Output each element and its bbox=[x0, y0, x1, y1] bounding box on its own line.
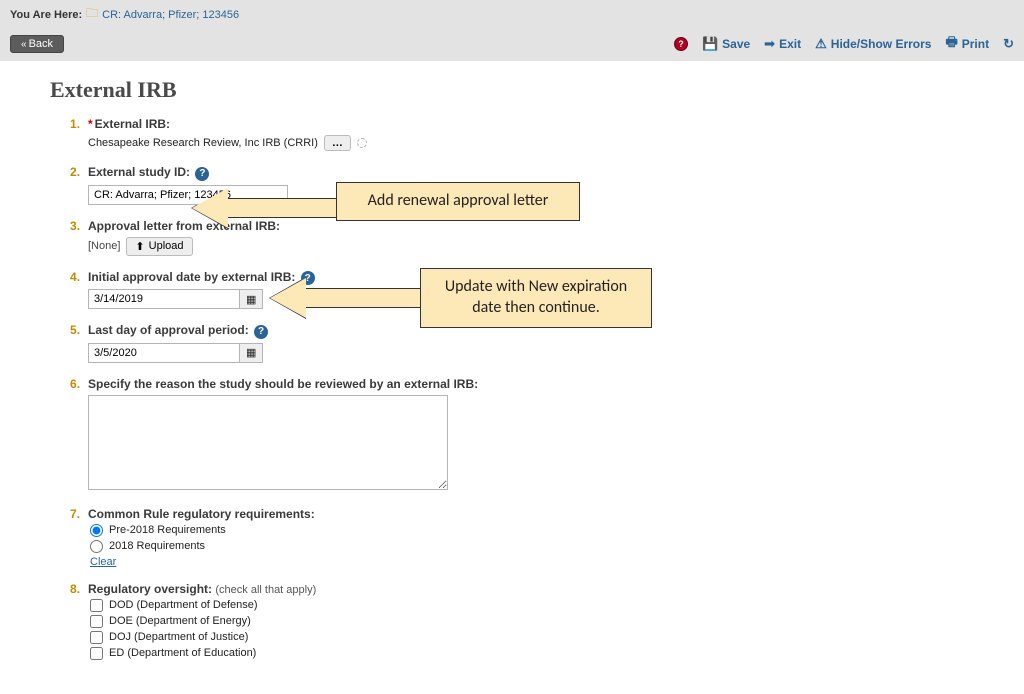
exit-label: Exit bbox=[779, 37, 801, 51]
q8-label: Regulatory oversight: bbox=[88, 582, 212, 596]
ed-label: ED (Department of Education) bbox=[109, 647, 256, 659]
last-day-approval-input[interactable] bbox=[89, 344, 239, 362]
field-external-irb: *External IRB: Chesapeake Research Revie… bbox=[70, 117, 984, 151]
doe-label: DOE (Department of Energy) bbox=[109, 615, 251, 627]
refresh-button[interactable]: ↻ bbox=[1003, 36, 1014, 52]
2018-radio[interactable] bbox=[90, 540, 103, 553]
doj-checkbox[interactable] bbox=[90, 631, 103, 644]
approval-letter-none: [None] bbox=[88, 240, 120, 252]
record-indicator-icon: ? bbox=[674, 37, 688, 51]
exit-button[interactable]: ➟ Exit bbox=[764, 36, 801, 52]
q8-hint: (check all that apply) bbox=[215, 584, 316, 596]
calendar-button[interactable]: ▦ bbox=[239, 344, 262, 362]
q1-value: Chesapeake Research Review, Inc IRB (CRR… bbox=[88, 137, 318, 149]
calendar-icon: ▦ bbox=[246, 346, 256, 359]
select-irb-button[interactable]: … bbox=[324, 135, 351, 151]
calendar-button[interactable]: ▦ bbox=[239, 290, 262, 308]
q7-label: Common Rule regulatory requirements: bbox=[88, 507, 315, 521]
annotation-callout-1: Add renewal approval letter bbox=[336, 182, 580, 221]
pre-2018-radio[interactable] bbox=[90, 524, 103, 537]
calendar-icon: ▦ bbox=[246, 293, 256, 306]
ed-checkbox[interactable] bbox=[90, 647, 103, 660]
toolbar: « Back ? 💾 Save ➟ Exit ⚠ Hide/Show Error… bbox=[0, 29, 1024, 61]
print-label: Print bbox=[962, 37, 989, 51]
2018-label: 2018 Requirements bbox=[109, 540, 205, 552]
folder-icon: 🗀 bbox=[86, 4, 98, 25]
save-button[interactable]: 💾 Save bbox=[702, 36, 750, 52]
field-reason: Specify the reason the study should be r… bbox=[70, 377, 984, 493]
field-regulatory-oversight: Regulatory oversight: (check all that ap… bbox=[70, 582, 984, 660]
save-label: Save bbox=[722, 37, 750, 51]
annotation-callout-2: Update with New expiration date then con… bbox=[420, 268, 652, 328]
callout1-text: Add renewal approval letter bbox=[368, 191, 549, 210]
errors-label: Hide/Show Errors bbox=[831, 37, 932, 51]
q1-label: External IRB: bbox=[95, 117, 170, 131]
pre-2018-label: Pre-2018 Requirements bbox=[109, 524, 226, 536]
q5-label: Last day of approval period: bbox=[88, 323, 249, 337]
chevron-left-icon: « bbox=[21, 39, 27, 50]
doj-label: DOJ (Department of Justice) bbox=[109, 631, 248, 643]
q6-label: Specify the reason the study should be r… bbox=[88, 377, 478, 391]
refresh-icon: ↻ bbox=[1003, 36, 1014, 52]
print-button[interactable]: 🖶 Print bbox=[945, 33, 989, 55]
dod-checkbox[interactable] bbox=[90, 599, 103, 612]
breadcrumb-label: You Are Here: bbox=[10, 9, 82, 21]
callout2-line1: Update with New expiration bbox=[445, 277, 627, 296]
upload-button[interactable]: ⬆ Upload bbox=[126, 237, 192, 256]
doe-checkbox[interactable] bbox=[90, 615, 103, 628]
callout2-line2: date then continue. bbox=[472, 298, 600, 317]
save-icon: 💾 bbox=[702, 36, 718, 52]
reason-textarea[interactable] bbox=[88, 395, 448, 490]
field-last-day-approval: Last day of approval period: ? ▦ bbox=[70, 323, 984, 363]
print-icon: 🖶 bbox=[945, 33, 957, 55]
initial-approval-date-input[interactable] bbox=[89, 290, 239, 308]
back-button-label: Back bbox=[29, 38, 53, 50]
hide-show-errors-button[interactable]: ⚠ Hide/Show Errors bbox=[815, 36, 931, 52]
q4-label: Initial approval date by external IRB: bbox=[88, 270, 295, 284]
spinner-icon bbox=[357, 138, 367, 148]
page-title: External IRB bbox=[50, 77, 984, 103]
help-icon[interactable]: ? bbox=[195, 167, 209, 181]
warning-icon: ⚠ bbox=[815, 36, 827, 52]
annotation-arrow bbox=[192, 188, 338, 228]
upload-icon: ⬆ bbox=[135, 240, 144, 253]
breadcrumb-path[interactable]: CR: Advarra; Pfizer; 123456 bbox=[102, 9, 239, 21]
q2-label: External study ID: bbox=[88, 165, 190, 179]
required-icon: * bbox=[88, 117, 93, 131]
help-icon[interactable]: ? bbox=[254, 325, 268, 339]
breadcrumb: You Are Here: 🗀 CR: Advarra; Pfizer; 123… bbox=[0, 0, 1024, 29]
clear-link[interactable]: Clear bbox=[90, 556, 116, 568]
exit-icon: ➟ bbox=[764, 36, 775, 52]
annotation-arrow bbox=[270, 278, 422, 318]
field-common-rule: Common Rule regulatory requirements: Pre… bbox=[70, 507, 984, 568]
back-button[interactable]: « Back bbox=[10, 35, 64, 53]
dod-label: DOD (Department of Defense) bbox=[109, 599, 258, 611]
upload-label: Upload bbox=[149, 240, 184, 252]
